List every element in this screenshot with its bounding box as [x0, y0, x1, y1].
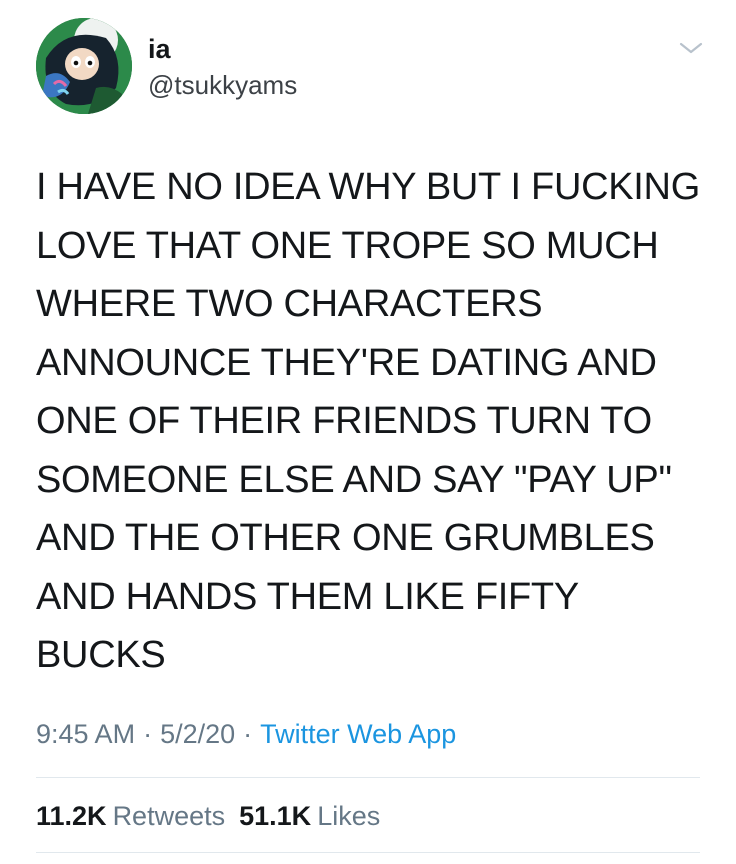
divider [36, 777, 700, 778]
avatar[interactable] [36, 18, 132, 114]
tweet-card: ia @tsukkyams I HAVE NO IDEA WHY BUT I F… [0, 0, 736, 864]
divider [36, 852, 700, 853]
user-names: ia @tsukkyams [148, 32, 297, 102]
likes-label: Likes [317, 801, 381, 831]
tweet-stats: 11.2K Retweets 51.1K Likes [36, 798, 394, 834]
tweet-time[interactable]: 9:45 AM [36, 719, 135, 749]
user-handle[interactable]: @tsukkyams [148, 68, 297, 102]
retweets-label: Retweets [112, 801, 226, 831]
retweets-count: 11.2K [36, 801, 107, 831]
tweet-date[interactable]: 5/2/20 [160, 719, 235, 749]
tweet-metadata: 9:45 AM · 5/2/20 · Twitter Web App [36, 716, 456, 752]
tweet-header: ia @tsukkyams [36, 18, 716, 118]
chevron-down-icon[interactable] [678, 38, 704, 58]
tweet-text: I HAVE NO IDEA WHY BUT I FUCKING LOVE TH… [36, 166, 700, 676]
likes-count: 51.1K [239, 801, 312, 831]
tweet-source-link[interactable]: Twitter Web App [260, 719, 456, 749]
retweets-stat[interactable]: 11.2K Retweets [36, 801, 225, 831]
separator-dot: · [143, 719, 153, 749]
separator-dot: · [243, 719, 253, 749]
display-name[interactable]: ia [148, 32, 297, 66]
likes-stat[interactable]: 51.1K Likes [239, 801, 380, 831]
